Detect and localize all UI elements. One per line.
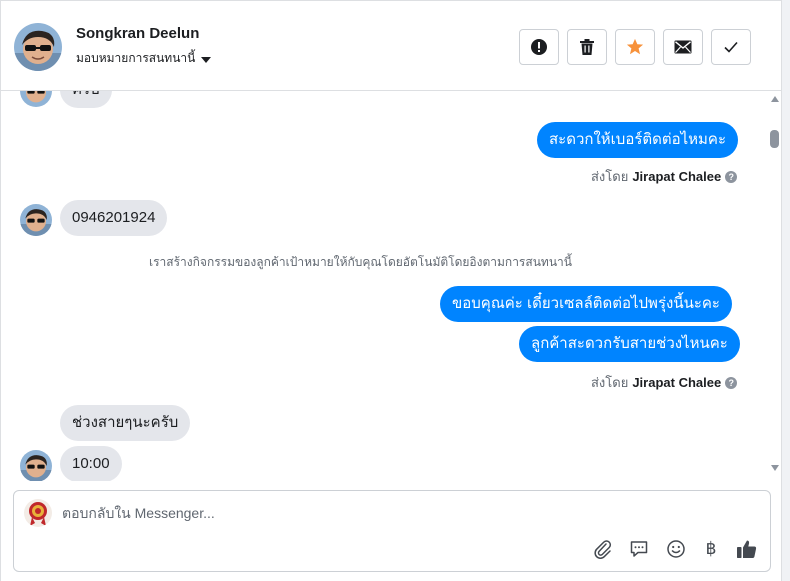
sent-by-label: ส่งโดย Jirapat Chalee ?	[591, 372, 738, 393]
page-avatar	[24, 499, 52, 527]
outgoing-message: ลูกค้าสะดวกรับสายช่วงไหนคะ	[519, 326, 740, 362]
caret-down-icon	[201, 56, 212, 63]
check-icon	[724, 41, 738, 53]
delete-button[interactable]	[567, 29, 607, 65]
star-icon	[626, 38, 644, 55]
assign-label: มอบหมายการสนทนานี้	[76, 51, 196, 65]
reply-composer: ฿	[13, 490, 771, 572]
mark-unread-button[interactable]	[663, 29, 703, 65]
alert-icon	[531, 39, 547, 55]
scroll-up-arrow-icon[interactable]	[771, 96, 779, 102]
incoming-message: 0946201924	[60, 200, 168, 236]
attachment-icon[interactable]	[592, 538, 614, 560]
incoming-message: ช่วงสายๆนะครับ	[60, 405, 191, 441]
scroll-down-arrow-icon[interactable]	[771, 465, 779, 471]
payment-icon[interactable]: ฿	[700, 538, 722, 560]
incoming-message: ครับ	[60, 91, 112, 108]
scrollbar-thumb[interactable]	[770, 130, 779, 148]
contact-name: Songkran Deelun	[76, 25, 200, 42]
sent-by-prefix: ส่งโดย	[591, 375, 629, 390]
conversation-header: Songkran Deelun มอบหมายการสนทนานี้	[1, 0, 782, 91]
contact-avatar-small	[20, 204, 52, 236]
assign-conversation-dropdown[interactable]: มอบหมายการสนทนานี้	[76, 49, 212, 68]
sent-by-label: ส่งโดย Jirapat Chalee ?	[591, 166, 738, 187]
saved-reply-icon[interactable]	[628, 538, 650, 560]
envelope-icon	[674, 40, 692, 54]
conversation-panel: Songkran Deelun มอบหมายการสนทนานี้ สะดวก…	[0, 0, 782, 581]
sent-by-prefix: ส่งโดย	[591, 169, 629, 184]
contact-avatar[interactable]	[14, 23, 62, 71]
trash-icon	[580, 39, 594, 55]
mark-done-button[interactable]	[711, 29, 751, 65]
page-edge	[782, 0, 790, 581]
star-button[interactable]	[615, 29, 655, 65]
message-thread[interactable]: ครับ สะดวกให้เบอร์ติดต่อไหมคะ ส่งโดย Jir…	[1, 91, 766, 481]
outgoing-message: สะดวกให้เบอร์ติดต่อไหมคะ	[537, 122, 739, 158]
contact-avatar-small	[20, 450, 52, 481]
outgoing-message: ขอบคุณค่ะ เดี๋ยวเซลล์ติดต่อไปพรุ่งนี้นะค…	[440, 286, 732, 322]
contact-avatar-small	[20, 91, 52, 107]
incoming-message: 10:00	[60, 446, 122, 481]
reply-input[interactable]	[62, 505, 582, 521]
system-note: เราสร้างกิจกรรมของลูกค้าเป้าหมายให้กับคุ…	[149, 255, 572, 269]
help-icon[interactable]: ?	[725, 376, 738, 389]
help-icon[interactable]: ?	[725, 170, 738, 183]
thumbs-up-icon[interactable]	[736, 538, 758, 560]
emoji-icon[interactable]	[665, 538, 687, 560]
sender-name: Jirapat Chalee	[632, 375, 722, 390]
spam-button[interactable]	[519, 29, 559, 65]
sender-name: Jirapat Chalee	[632, 169, 722, 184]
